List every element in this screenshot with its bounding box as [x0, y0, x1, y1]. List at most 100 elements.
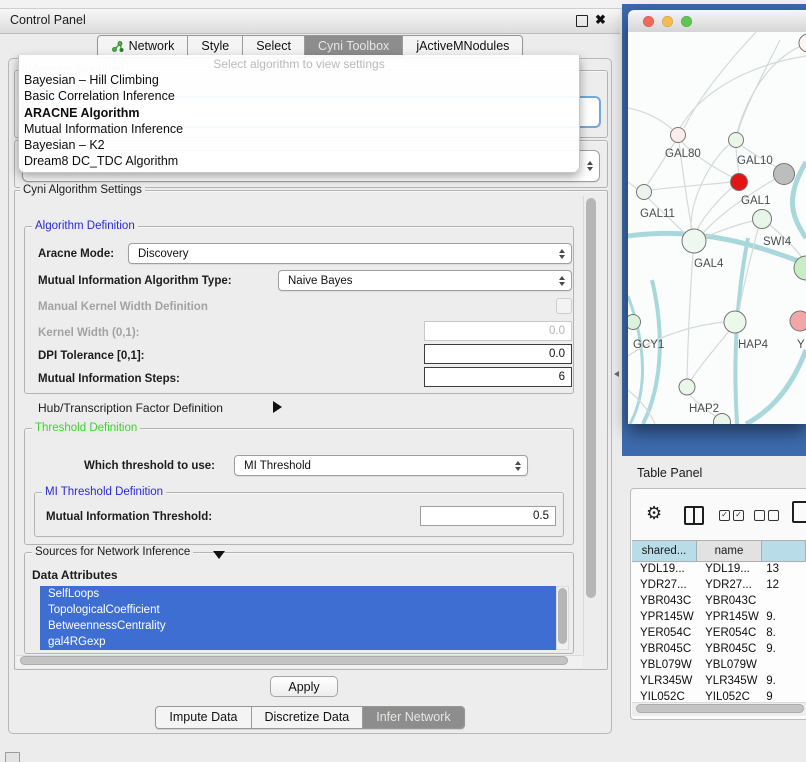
- mi-steps-input[interactable]: [424, 367, 572, 387]
- table-row[interactable]: YIL052CYIL052C9: [632, 691, 806, 702]
- bottom-tabs: Impute DataDiscretize DataInfer Network: [155, 706, 464, 729]
- tab-network[interactable]: Network: [98, 36, 188, 57]
- close-icon[interactable]: ✖: [595, 12, 606, 28]
- network-node-label: GAL10: [737, 155, 773, 167]
- network-node-label: GAL80: [665, 148, 701, 160]
- algorithm-option[interactable]: Basic Correlation Inference: [19, 88, 579, 104]
- table-header-row: shared...name: [632, 540, 806, 562]
- network-node-gal1[interactable]: [731, 174, 748, 191]
- aracne-mode-combobox[interactable]: Discovery: [128, 243, 572, 264]
- network-edge[interactable]: [738, 40, 780, 132]
- window-close-button[interactable]: [643, 16, 654, 27]
- network-node[interactable]: [774, 164, 795, 185]
- table-column-header[interactable]: name: [697, 540, 762, 562]
- settings-vscrollbar-thumb[interactable]: [586, 198, 596, 598]
- table-column-header[interactable]: [762, 540, 806, 562]
- network-node-y[interactable]: [790, 311, 806, 331]
- algorithm-option[interactable]: Bayesian – K2: [19, 137, 579, 153]
- network-edge[interactable]: [684, 32, 756, 128]
- which-threshold-combobox[interactable]: MI Threshold: [234, 455, 528, 476]
- bottom-tab-discretize-data[interactable]: Discretize Data: [251, 707, 363, 728]
- apply-button[interactable]: Apply: [270, 676, 338, 697]
- settings-hscrollbar-thumb[interactable]: [20, 656, 568, 665]
- network-edge-thick[interactable]: [746, 350, 806, 424]
- data-attribute-item[interactable]: gal4RGexp: [40, 634, 556, 650]
- network-node-hap2[interactable]: [679, 379, 695, 395]
- network-node-swi4[interactable]: [753, 210, 772, 229]
- manual-kernel-checkbox[interactable]: [556, 298, 572, 314]
- data-attribute-item[interactable]: BetweennessCentrality: [40, 618, 556, 634]
- attr-list-vscrollbar-thumb[interactable]: [558, 588, 567, 644]
- bottom-tab-impute-data[interactable]: Impute Data: [156, 707, 250, 728]
- network-node-gal10[interactable]: [729, 133, 744, 148]
- network-node[interactable]: [714, 414, 731, 425]
- window-minimize-button[interactable]: [662, 16, 673, 27]
- network-edge[interactable]: [691, 331, 729, 380]
- network-edge[interactable]: [651, 182, 731, 190]
- algorithm-option[interactable]: ARACNE Algorithm: [19, 105, 579, 121]
- cyni-algorithm-settings-title: Cyni Algorithm Settings: [20, 184, 145, 196]
- network-window-titlebar[interactable]: [628, 10, 806, 33]
- panel-float-icon[interactable]: [5, 752, 20, 762]
- network-edge[interactable]: [687, 253, 693, 379]
- network-node-hap4[interactable]: [724, 311, 746, 333]
- split-columns-divider: [693, 508, 695, 523]
- mi-type-combobox[interactable]: Naive Bayes: [278, 270, 572, 291]
- aracne-mode-value: Discovery: [138, 248, 188, 260]
- table-row[interactable]: YBL079WYBL079W: [632, 659, 806, 675]
- select-all-checkboxes-icon[interactable]: ✓✓: [719, 510, 744, 521]
- window-zoom-button[interactable]: [681, 16, 692, 27]
- network-edge[interactable]: [697, 187, 733, 230]
- tab-jactivemnodules[interactable]: jActiveMNodules: [402, 36, 522, 57]
- table-row[interactable]: YLR345WYLR345W9.: [632, 675, 806, 691]
- algorithm-option[interactable]: Bayesian – Hill Climbing: [19, 72, 579, 88]
- algorithm-dropdown-items: Bayesian – Hill ClimbingBasic Correlatio…: [19, 72, 579, 170]
- table-hscrollbar-thumb[interactable]: [636, 704, 804, 713]
- network-node[interactable]: [799, 34, 806, 52]
- table-row[interactable]: YBR043CYBR043C: [632, 595, 806, 611]
- algorithm-option[interactable]: Mutual Information Inference: [19, 121, 579, 137]
- network-node-gcy1[interactable]: [628, 315, 641, 330]
- bottom-tabbar: Impute DataDiscretize DataInfer Network: [0, 706, 620, 729]
- network-edge[interactable]: [628, 182, 638, 190]
- kernel-width-input[interactable]: [424, 321, 572, 341]
- split-columns-icon[interactable]: [684, 506, 704, 525]
- tab-select[interactable]: Select: [242, 36, 304, 57]
- control-panel-title: Control Panel: [10, 13, 86, 27]
- network-graph[interactable]: GAL80GAL10GAL1GAL11SWI4GAL4GCY1HAP4YHAP2: [628, 32, 806, 424]
- network-node-gal80[interactable]: [671, 128, 686, 143]
- algorithm-option[interactable]: Dream8 DC_TDC Algorithm: [19, 153, 579, 169]
- network-node-gal4[interactable]: [682, 229, 706, 253]
- network-edge[interactable]: [628, 108, 672, 129]
- sources-group-title[interactable]: Sources for Network Inference: [32, 546, 193, 558]
- bottom-tab-infer-network[interactable]: Infer Network: [362, 707, 463, 728]
- document-icon[interactable]: [792, 501, 806, 523]
- network-canvas[interactable]: GAL80GAL10GAL1GAL11SWI4GAL4GCY1HAP4YHAP2: [628, 32, 806, 424]
- data-attributes-list[interactable]: SelfLoopsTopologicalCoefficientBetweenne…: [40, 586, 556, 650]
- table-cell: YER054C: [632, 627, 697, 643]
- mi-threshold-input[interactable]: [420, 506, 556, 526]
- table-row[interactable]: YDL19...YDL19...13: [632, 563, 806, 579]
- hub-definition-expander-label[interactable]: Hub/Transcription Factor Definition: [38, 401, 223, 415]
- tab-style[interactable]: Style: [187, 36, 242, 57]
- gear-icon[interactable]: ⚙: [646, 503, 662, 524]
- network-node-gal11[interactable]: [637, 185, 652, 200]
- table-row[interactable]: YDR27...YDR27...12: [632, 579, 806, 595]
- network-graph-icon: [111, 40, 124, 53]
- splitter-collapse-arrow-icon[interactable]: [614, 371, 619, 377]
- table-cell: 9: [762, 691, 806, 702]
- deselect-all-checkboxes-icon[interactable]: [754, 510, 779, 521]
- table-cell: YBL079W: [697, 659, 762, 675]
- table-row[interactable]: YPR145WYPR145W9.: [632, 611, 806, 627]
- float-window-icon[interactable]: [576, 15, 588, 27]
- network-edge-thick[interactable]: [643, 280, 660, 424]
- tab-cyni-toolbox[interactable]: Cyni Toolbox: [304, 36, 402, 57]
- table-row[interactable]: YBR045CYBR045C9.: [632, 643, 806, 659]
- data-attribute-item[interactable]: TopologicalCoefficient: [40, 602, 556, 618]
- dpi-tolerance-input[interactable]: [424, 344, 572, 364]
- expander-down-arrow-icon[interactable]: [213, 551, 225, 559]
- expander-right-arrow-icon[interactable]: [273, 401, 282, 413]
- data-attribute-item[interactable]: SelfLoops: [40, 586, 556, 602]
- table-row[interactable]: YER054CYER054C8.: [632, 627, 806, 643]
- table-column-header[interactable]: shared...: [632, 540, 697, 562]
